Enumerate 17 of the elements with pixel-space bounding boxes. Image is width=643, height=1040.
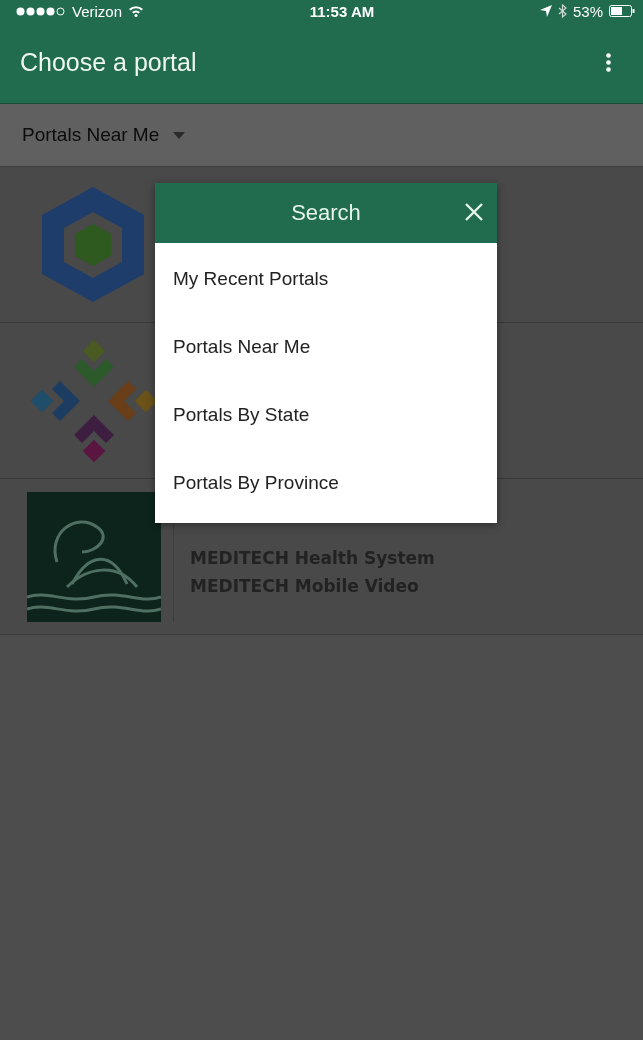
- battery-icon: [609, 5, 635, 17]
- app-title: Choose a portal: [20, 48, 197, 77]
- signal-icon: [16, 6, 66, 16]
- location-arrow-icon: [539, 5, 552, 17]
- search-option[interactable]: My Recent Portals: [155, 245, 497, 313]
- status-time: 11:53 AM: [309, 2, 375, 20]
- close-icon: [463, 201, 485, 223]
- battery-percent: 53%: [572, 2, 603, 20]
- search-option[interactable]: Portals By State: [155, 381, 497, 449]
- search-option[interactable]: Portals Near Me: [155, 313, 497, 381]
- more-vertical-icon: [606, 53, 611, 72]
- wifi-icon: [128, 5, 145, 17]
- search-option[interactable]: Portals By Province: [155, 449, 497, 517]
- dialog-title: Search: [291, 200, 361, 226]
- dropdown-caret-icon: [173, 131, 186, 139]
- bluetooth-icon: [557, 4, 567, 18]
- carrier-name: Verizon: [72, 2, 123, 20]
